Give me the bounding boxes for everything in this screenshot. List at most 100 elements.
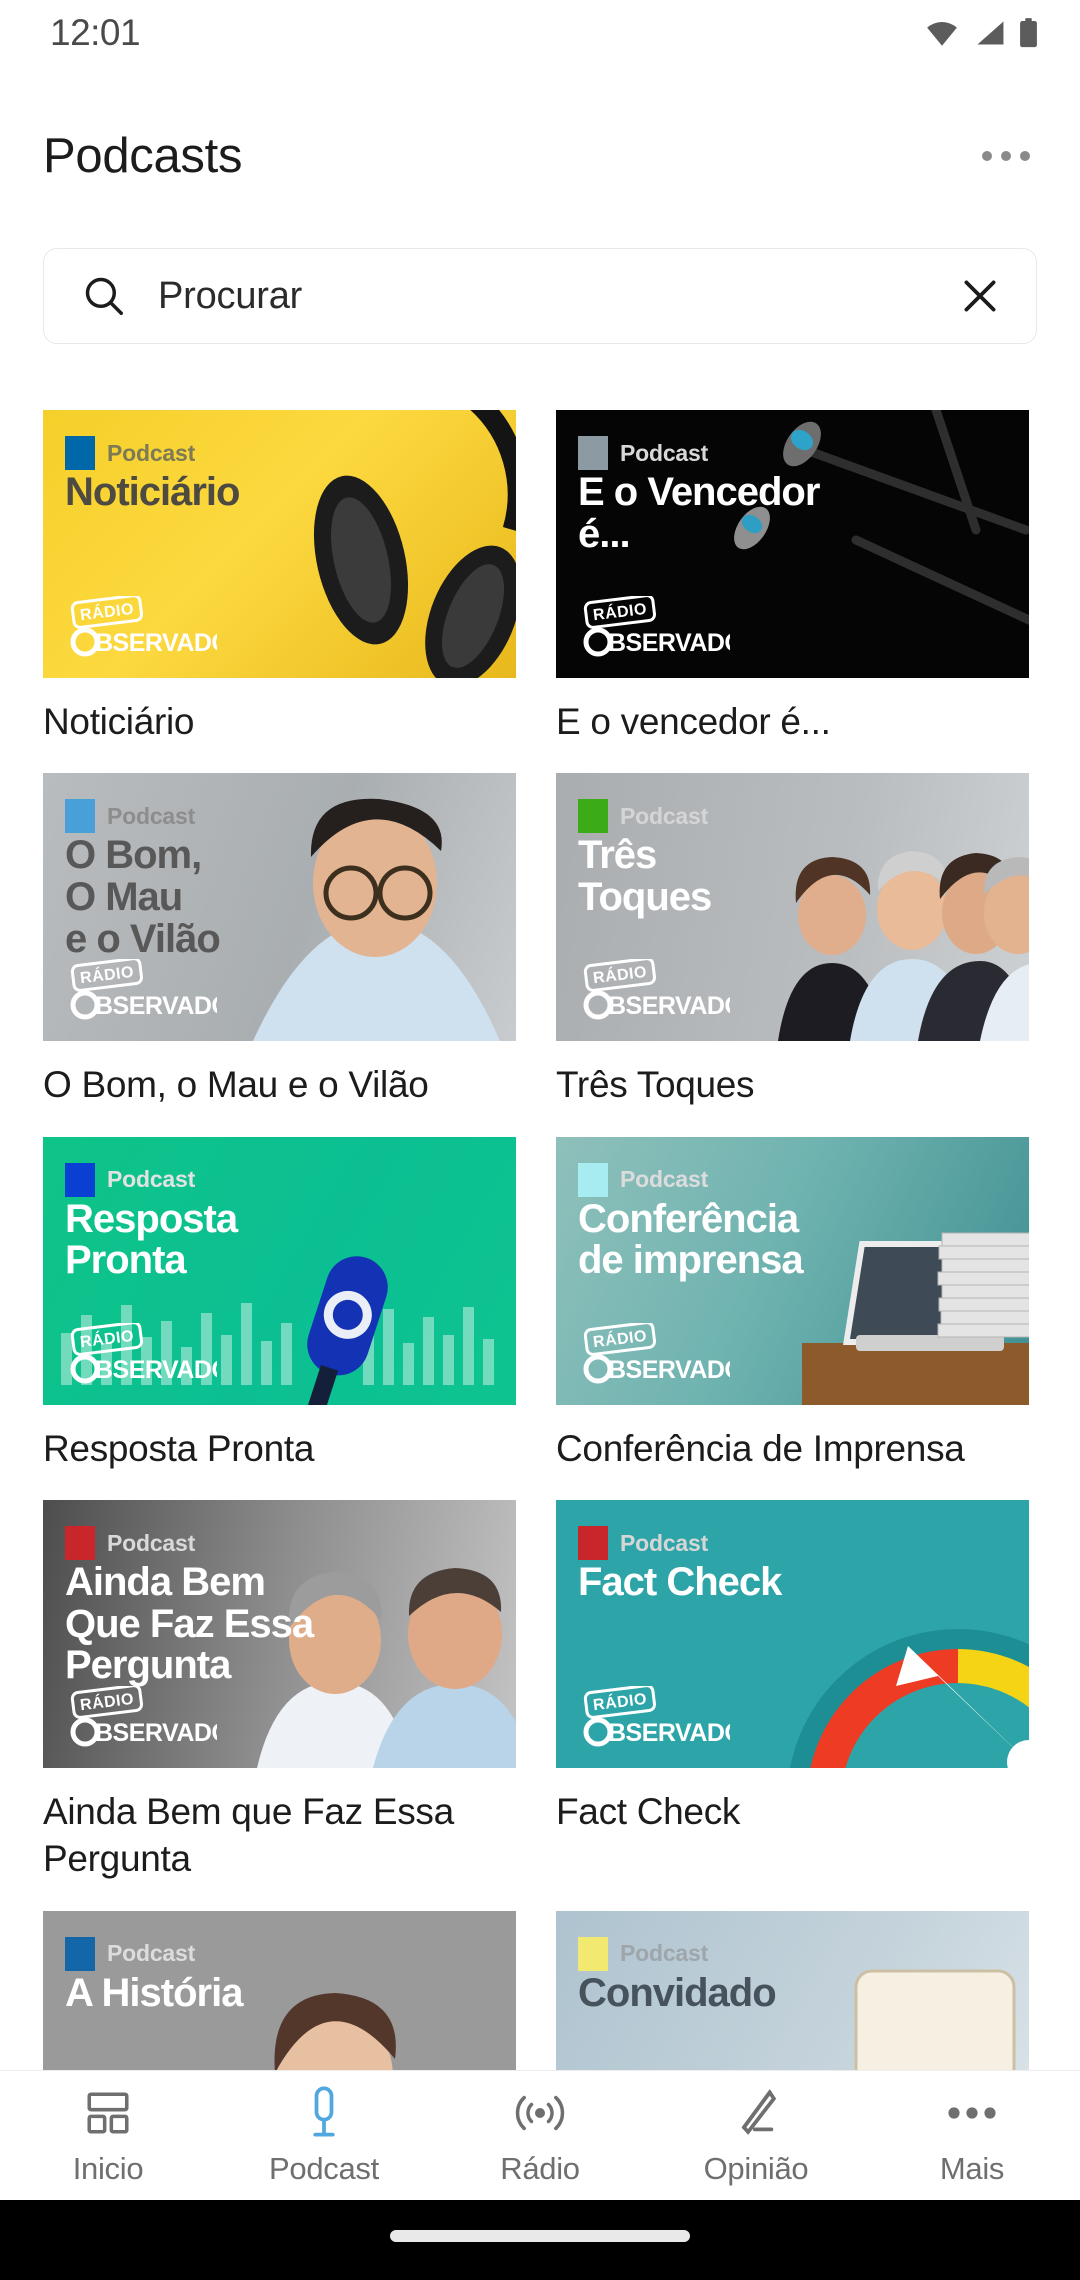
close-icon[interactable] bbox=[958, 274, 1002, 318]
grid-row: Podcast RespostaPronta RÁDIO BSERVADOR R… bbox=[0, 1136, 1080, 1472]
page-header: Podcasts bbox=[0, 118, 1080, 194]
badge-color-swatch bbox=[65, 1162, 95, 1197]
podcast-badge: Podcast bbox=[578, 1936, 709, 1971]
podcast-artwork[interactable]: Podcast Ainda Bem Que Faz Essa Pergunta RÁ… bbox=[43, 1500, 516, 1769]
podcast-title[interactable]: Noticiário bbox=[43, 698, 516, 745]
podcast-card[interactable]: Podcast RespostaPronta RÁDIO BSERVADOR R… bbox=[43, 1136, 516, 1472]
podcast-card[interactable]: Podcast Convidado RÁDIO BSERVADOR bbox=[556, 1910, 1029, 2080]
row-gap bbox=[0, 1472, 1080, 1500]
badge-label: Podcast bbox=[107, 1166, 196, 1193]
row-gap bbox=[0, 1883, 1080, 1911]
artwork-title: Resposta Pronta bbox=[65, 1196, 238, 1283]
row-gap bbox=[0, 1109, 1080, 1137]
badge-color-swatch bbox=[578, 1936, 608, 1971]
badge-label: Podcast bbox=[620, 439, 709, 466]
badge-color-swatch bbox=[578, 1162, 608, 1197]
battery-icon bbox=[1020, 18, 1037, 48]
podcast-title[interactable]: Resposta Pronta bbox=[43, 1425, 516, 1472]
home-indicator[interactable] bbox=[390, 2230, 690, 2242]
nav-label: Mais bbox=[939, 2151, 1005, 2186]
svg-text:BSERVADOR: BSERVADOR bbox=[608, 1719, 730, 1747]
badge-label: Podcast bbox=[107, 802, 196, 829]
podcast-artwork[interactable]: Podcast O Bom, O Mau e o Vilão RÁDIO BSERV… bbox=[43, 773, 516, 1042]
svg-text:BSERVADOR: BSERVADOR bbox=[95, 1356, 217, 1384]
badge-color-swatch bbox=[65, 799, 95, 834]
nav-item-podcast[interactable]: Podcast bbox=[216, 2085, 432, 2187]
podcast-artwork[interactable]: Podcast Noticiário RÁDIO BSERVADOR bbox=[43, 410, 516, 678]
nav-item-opinião[interactable]: Opinião bbox=[648, 2085, 864, 2187]
nav-item-mais[interactable]: Mais bbox=[864, 2085, 1080, 2187]
badge-label: Podcast bbox=[107, 1529, 196, 1556]
podcast-title[interactable]: Fact Check bbox=[556, 1788, 1029, 1835]
podcast-badge: Podcast bbox=[578, 436, 708, 470]
artwork-title: Noticiário bbox=[65, 470, 240, 514]
bottom-navigation: Inicio Podcast Rádio Opinião Mais bbox=[0, 2070, 1080, 2200]
search-input[interactable]: Procurar bbox=[158, 275, 958, 318]
svg-text:BSERVADOR: BSERVADOR bbox=[608, 992, 730, 1020]
status-time: 12:01 bbox=[50, 12, 141, 53]
artwork-title: Ainda Bem Que Faz Essa Pergunta bbox=[65, 1560, 314, 1688]
grid-row: Podcast A História RÁDIO BSERVADOR bbox=[0, 1910, 1080, 2080]
more-options-icon[interactable] bbox=[972, 137, 1040, 175]
podcast-title[interactable]: Ainda Bem que Faz Essa Pergunta bbox=[43, 1788, 516, 1883]
grid-row: Podcast Noticiário RÁDIO BSERVADOR Notic… bbox=[0, 410, 1080, 745]
podcast-card[interactable]: Podcast TrêsToques RÁDIO BSERVADOR Três … bbox=[556, 773, 1029, 1108]
svg-text:BSERVADOR: BSERVADOR bbox=[95, 629, 217, 657]
podcast-card[interactable]: Podcast Fact Check RÁDIO BSERVADOR Fact … bbox=[556, 1500, 1029, 1883]
podcast-artwork[interactable]: Podcast TrêsToques RÁDIO BSERVADOR bbox=[556, 773, 1029, 1042]
podcast-card[interactable]: Podcast Noticiário RÁDIO BSERVADOR Notic… bbox=[43, 410, 516, 745]
podcast-artwork[interactable]: Podcast Conferência de imprensa RÁDIO BSE… bbox=[556, 1136, 1029, 1405]
grid-row: Podcast Ainda Bem Que Faz Essa Pergunta RÁ… bbox=[0, 1500, 1080, 1883]
badge-label: Podcast bbox=[620, 1166, 709, 1193]
artwork-title: Fact Check bbox=[578, 1560, 782, 1605]
artwork-title: Convidado bbox=[578, 1970, 777, 2015]
badge-label: Podcast bbox=[107, 1940, 196, 1967]
podcast-card[interactable]: Podcast A História RÁDIO BSERVADOR bbox=[43, 1910, 516, 2080]
broadcast-icon bbox=[513, 2085, 567, 2141]
podcast-title[interactable]: Conferência de Imprensa bbox=[556, 1425, 1029, 1472]
app-root: 12:01 Podcasts Procurar Podcast Noticiár… bbox=[0, 0, 1080, 2280]
podcast-title[interactable]: Três Toques bbox=[556, 1061, 1029, 1108]
svg-text:BSERVADOR: BSERVADOR bbox=[95, 1719, 217, 1747]
badge-label: Podcast bbox=[620, 1940, 709, 1967]
badge-color-swatch bbox=[578, 799, 608, 834]
search-bar[interactable]: Procurar bbox=[43, 248, 1037, 344]
badge-color-swatch bbox=[65, 436, 95, 470]
radio-observador-logo: RÁDIO BSERVADOR bbox=[70, 1686, 217, 1747]
page-title: Podcasts bbox=[43, 129, 243, 183]
microphone-icon bbox=[299, 2085, 349, 2141]
radio-observador-logo: RÁDIO BSERVADOR bbox=[70, 1322, 217, 1384]
podcast-artwork[interactable]: Podcast RespostaPronta RÁDIO BSERVADOR bbox=[43, 1136, 516, 1405]
pencil-icon bbox=[731, 2085, 781, 2141]
podcast-title[interactable]: E o vencedor é... bbox=[556, 698, 1029, 745]
nav-label: Podcast bbox=[269, 2151, 379, 2186]
podcast-card[interactable]: Podcast Ainda Bem Que Faz Essa Pergunta RÁ… bbox=[43, 1500, 516, 1883]
gesture-bar bbox=[0, 2200, 1080, 2280]
podcast-artwork[interactable]: Podcast Fact Check RÁDIO BSERVADOR bbox=[556, 1500, 1029, 1769]
nav-item-inicio[interactable]: Inicio bbox=[0, 2085, 216, 2187]
badge-label: Podcast bbox=[107, 439, 196, 466]
podcast-artwork[interactable]: Podcast E o Vencedor é... RÁDIO BSERVADO… bbox=[556, 410, 1029, 678]
radio-observador-logo: RÁDIO BSERVADOR bbox=[70, 959, 217, 1020]
podcast-card[interactable]: Podcast E o Vencedor é... RÁDIO BSERVADO… bbox=[556, 410, 1029, 745]
row-gap bbox=[0, 745, 1080, 773]
podcast-badge: Podcast bbox=[578, 799, 708, 834]
radio-observador-logo: RÁDIO BSERVADOR bbox=[583, 1322, 730, 1384]
radio-observador-logo: RÁDIO BSERVADOR bbox=[583, 1686, 730, 1747]
podcast-artwork[interactable]: Podcast Convidado RÁDIO BSERVADOR bbox=[556, 1910, 1029, 2080]
podcast-card[interactable]: Podcast Conferência de imprensa RÁDIO BSE… bbox=[556, 1136, 1029, 1472]
nav-label: Inicio bbox=[72, 2151, 144, 2186]
badge-color-swatch bbox=[65, 1526, 95, 1561]
nav-item-rádio[interactable]: Rádio bbox=[432, 2085, 648, 2187]
radio-observador-logo: RÁDIO BSERVADOR bbox=[583, 596, 730, 657]
podcast-badge: Podcast bbox=[65, 799, 196, 834]
artwork-title: Conferência de imprensa bbox=[578, 1196, 804, 1283]
podcast-title[interactable]: O Bom, o Mau e o Vilão bbox=[43, 1061, 516, 1108]
artwork-title: O Bom, O Mau e o Vilão bbox=[65, 833, 221, 961]
svg-text:BSERVADOR: BSERVADOR bbox=[608, 1356, 730, 1384]
radio-observador-logo: RÁDIO BSERVADOR bbox=[583, 959, 730, 1020]
podcast-card[interactable]: Podcast O Bom, O Mau e o Vilão RÁDIO BSERV… bbox=[43, 773, 516, 1108]
podcast-badge: Podcast bbox=[578, 1162, 709, 1197]
dashboard-icon bbox=[83, 2085, 133, 2141]
podcast-artwork[interactable]: Podcast A História RÁDIO BSERVADOR bbox=[43, 1910, 516, 2080]
